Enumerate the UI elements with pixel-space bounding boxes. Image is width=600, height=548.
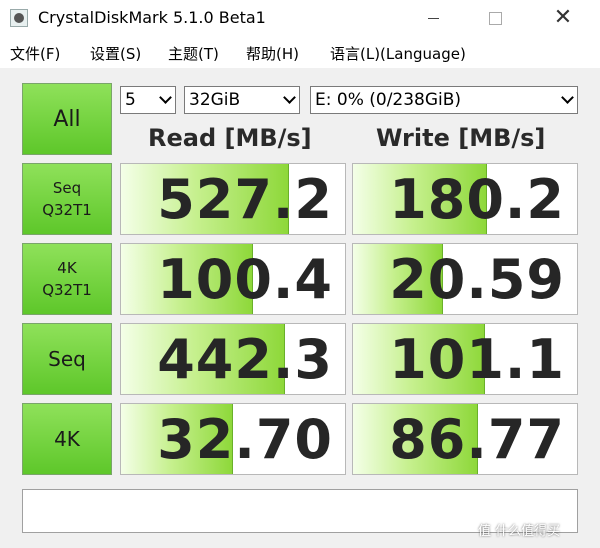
4k-button[interactable]: 4K: [22, 403, 112, 475]
read-result-4k-q32t1: 100.4: [120, 243, 346, 315]
chevron-down-icon: [283, 93, 295, 105]
read-result-seq: 442.3: [120, 323, 346, 395]
menu-bar: 文件(F) 设置(S) 主题(T) 帮助(H) 语言(L)(Language): [0, 36, 600, 68]
seq-button[interactable]: Seq: [22, 323, 112, 395]
write-value: 101.1: [389, 328, 565, 391]
menu-help[interactable]: 帮助(H): [246, 43, 299, 64]
menu-file[interactable]: 文件(F): [10, 43, 60, 64]
maximize-button[interactable]: [472, 0, 518, 36]
test-size-select[interactable]: 32GiB: [184, 86, 300, 114]
4k-q32t1-button[interactable]: 4K Q32T1: [22, 243, 112, 315]
menu-language[interactable]: 语言(L)(Language): [330, 43, 466, 64]
read-result-seq-q32t1: 527.2: [120, 163, 346, 235]
drive-select[interactable]: E: 0% (0/238GiB): [310, 86, 578, 114]
row-label-line1: Seq: [52, 179, 82, 197]
read-value: 100.4: [157, 248, 333, 311]
close-button[interactable]: ✕: [540, 0, 586, 36]
write-header: Write [MB/s]: [376, 124, 546, 152]
test-count-value: 5: [125, 90, 136, 110]
write-result-4k: 86.77: [352, 403, 578, 475]
chevron-down-icon: [561, 93, 573, 105]
read-result-4k: 32.70: [120, 403, 346, 475]
menu-settings[interactable]: 设置(S): [90, 43, 141, 64]
window-title: CrystalDiskMark 5.1.0 Beta1: [38, 8, 266, 27]
minimize-button[interactable]: [410, 0, 456, 36]
seq-q32t1-button[interactable]: Seq Q32T1: [22, 163, 112, 235]
row-label: Seq: [48, 347, 86, 371]
test-count-select[interactable]: 5: [120, 86, 176, 114]
read-value: 442.3: [157, 328, 333, 391]
drive-value: E: 0% (0/238GiB): [315, 90, 462, 110]
app-icon: [10, 9, 28, 27]
row-label-line1: 4K: [57, 259, 77, 277]
write-value: 20.59: [389, 248, 565, 311]
watermark: 值 什么值得买: [478, 524, 561, 539]
write-value: 86.77: [389, 408, 565, 471]
read-header: Read [MB/s]: [148, 124, 312, 152]
write-result-seq-q32t1: 180.2: [352, 163, 578, 235]
menu-theme[interactable]: 主题(T): [168, 43, 219, 64]
write-value: 180.2: [389, 168, 565, 231]
write-result-4k-q32t1: 20.59: [352, 243, 578, 315]
chevron-down-icon: [159, 93, 171, 105]
title-bar: CrystalDiskMark 5.1.0 Beta1 ✕: [0, 0, 600, 36]
close-icon: ✕: [553, 5, 573, 30]
write-result-seq: 101.1: [352, 323, 578, 395]
read-value: 527.2: [157, 168, 333, 231]
row-label-line2: Q32T1: [42, 281, 92, 299]
test-size-value: 32GiB: [189, 90, 241, 110]
row-label: 4K: [54, 427, 80, 451]
all-button[interactable]: All: [22, 83, 112, 155]
row-label-line2: Q32T1: [42, 201, 92, 219]
read-value: 32.70: [157, 408, 333, 471]
